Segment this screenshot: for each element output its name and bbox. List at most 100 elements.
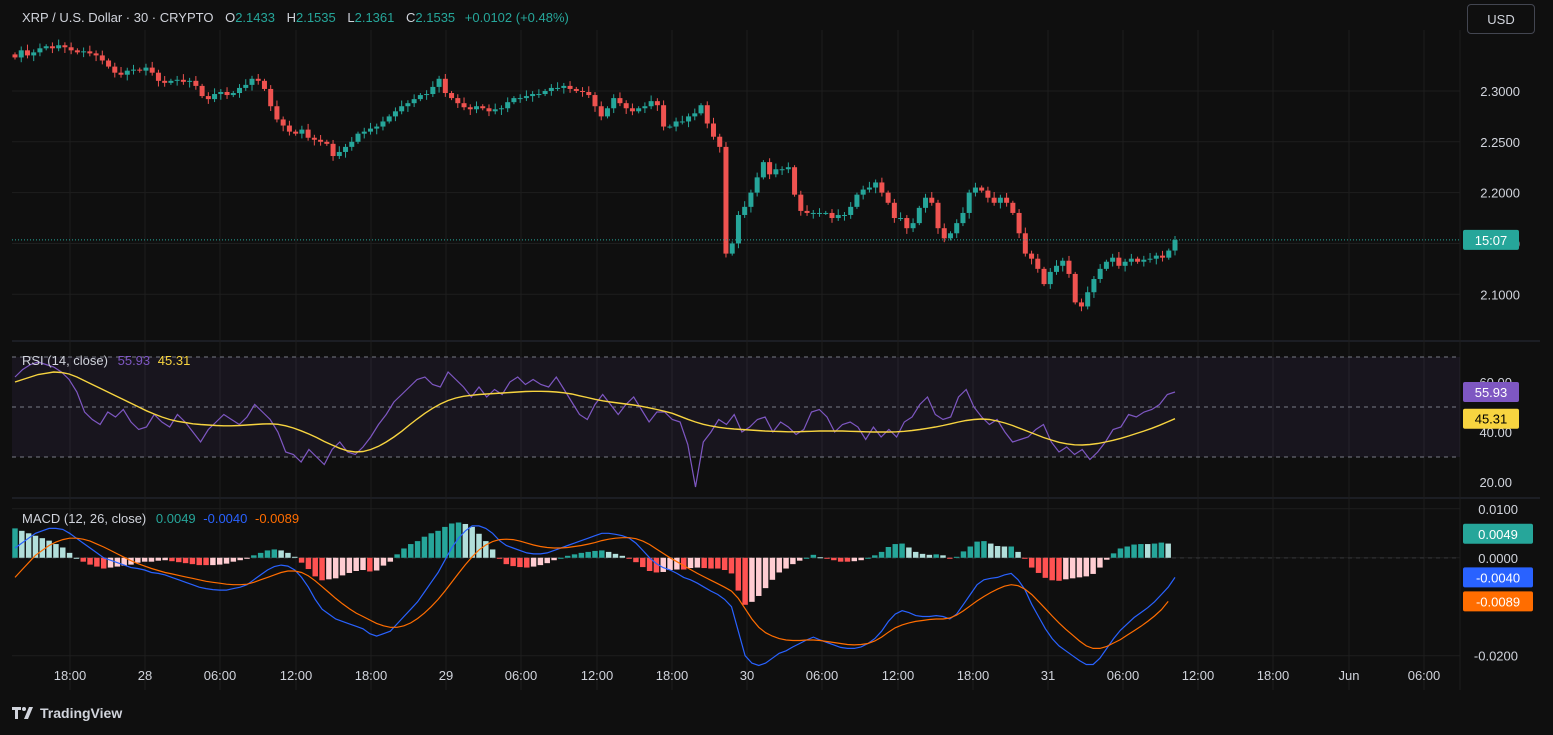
macd-histogram-bar [960,551,967,558]
time-axis-label: 31 [1041,668,1055,683]
macd-histogram-bar [264,550,271,558]
macd-title: MACD (12, 26, close) [22,511,147,526]
candle-body [124,70,130,75]
candle [854,192,860,209]
candle-body [947,233,953,239]
macd-histogram-bar [230,557,237,562]
time-axis-label: 12:00 [280,668,313,683]
chart-canvas[interactable]: 18:00 28 06:00 12:00 18:00 29 06:00 12:00 18:00 3… [0,0,1553,735]
macd-hist-tag-label: 0.0049 [1478,527,1518,542]
brand-label: TradingView [40,705,123,721]
candle-body [972,187,978,193]
candle-body [498,108,504,110]
macd-histogram-bar [906,547,912,558]
candle-body [68,47,74,51]
macd-histogram-bar [585,551,591,558]
candle-body [848,206,854,215]
macd-histogram-bar [878,551,885,558]
candle-body [367,128,373,132]
macd-histogram-bar [1097,557,1103,568]
macd-histogram-bar [981,541,987,558]
candle-body [324,141,330,144]
candle [735,211,741,249]
candle [760,160,766,180]
macd-histogram-bar [237,557,243,561]
candle-body [405,103,411,107]
tradingview-logo[interactable]: TradingView [12,705,122,721]
macd-line-tag-label: -0.0040 [1476,570,1520,585]
candle-body [985,190,991,198]
candle-body [336,151,342,157]
currency-button[interactable]: USD [1467,4,1535,34]
candle-body [779,169,785,171]
candle-body [636,108,642,112]
candle-body [829,212,835,219]
candle-body [1116,257,1122,266]
macd-histogram-bar [640,557,646,568]
candle-body [536,94,542,96]
macd-histogram-bar [367,557,373,572]
macd-signal-tag-label: -0.0089 [1476,594,1520,609]
high-label: H [286,10,296,25]
time-axis-label: 18:00 [957,668,990,683]
candle-body [904,218,910,229]
candle-body [910,223,916,229]
rsi-legend: RSI (14, close) 55.93 45.31 [22,353,190,368]
macd-axis-label: -0.0200 [1474,649,1518,664]
candle-body [611,98,617,109]
macd-histogram-bar [1158,542,1165,558]
candle-body [424,94,430,96]
macd-histogram-bar [769,557,776,580]
macd-histogram-bar [872,555,878,558]
time-axis-label: Jun [1339,668,1360,683]
rsi-value-tag-label: 55.93 [1475,385,1508,400]
candle-body [174,79,180,81]
candle-body [854,194,860,207]
macd-histogram-bar [667,557,673,571]
candle-body [1172,239,1178,251]
macd-histogram-bar [967,546,974,558]
candle-body [149,67,155,73]
macd-histogram-bar [919,553,926,558]
macd-histogram-bar [988,543,994,558]
macd-histogram-bar [1090,557,1096,574]
macd-histogram-bar [1063,557,1069,580]
candle-body [380,121,386,127]
candle-body [374,126,380,129]
symbol-title: XRP / U.S. Dollar · 30 · CRYPTO [22,10,214,25]
candle-body [935,202,941,229]
candle-body [81,51,87,53]
macd-axis-label: 0.0100 [1478,502,1518,517]
candle-body [12,54,18,58]
candle-body [349,141,355,147]
macd-histogram-bar [858,557,864,561]
macd-histogram-bar [469,526,475,558]
candle-body [567,85,573,89]
candle-body [1128,258,1134,262]
candle-body [455,98,461,104]
macd-histogram-bar [94,557,100,567]
candle-body [866,187,872,190]
macd-histogram-bar [994,546,1001,558]
macd-histogram-bar [257,552,264,558]
candle-body [286,125,292,132]
candle-body [667,126,673,128]
candle-body [873,182,879,188]
macd-histogram-bar [749,557,755,602]
candle-body [505,102,511,109]
candle-body [386,116,392,122]
candle-body [467,107,473,110]
macd-histogram-bar [1131,544,1137,558]
candle-body [74,50,80,53]
macd-histogram-bar [312,557,318,577]
candle-body [474,106,480,110]
macd-histogram-bar [285,552,291,558]
macd-histogram-bar [373,557,380,571]
candle [199,83,205,99]
macd-histogram-bar [1124,546,1130,558]
candle-body [1022,233,1028,254]
macd-histogram-bar [210,557,216,566]
candle-body [305,129,311,138]
candle [792,165,798,197]
macd-histogram-bar [435,530,441,558]
